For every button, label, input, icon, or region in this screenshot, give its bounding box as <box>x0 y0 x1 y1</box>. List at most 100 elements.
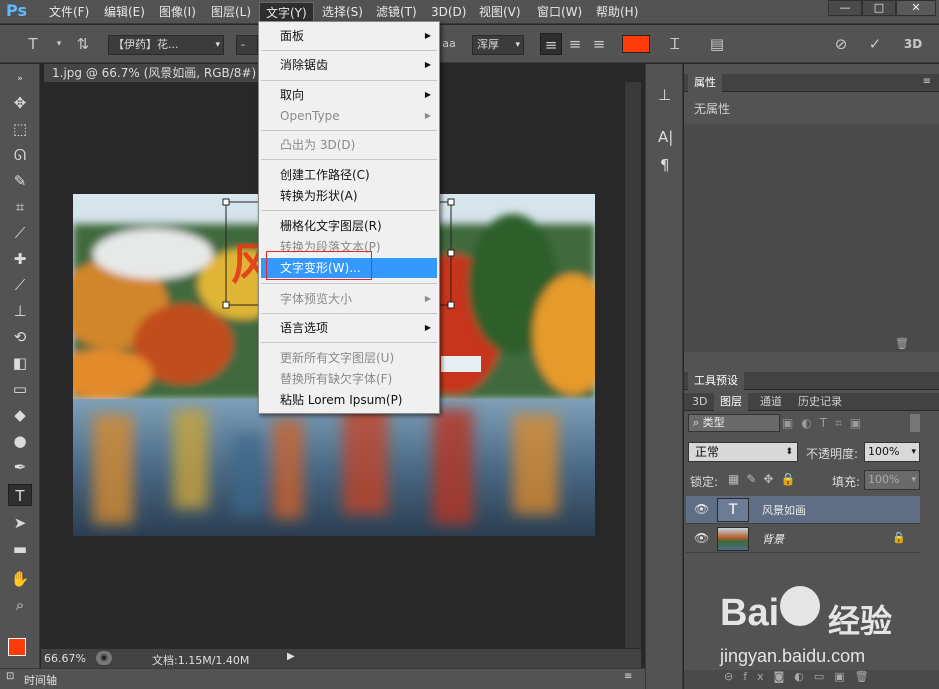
lasso-tool-icon[interactable]: ᘏ <box>8 144 32 166</box>
font-family-select[interactable]: 【伊药】花... ▾ <box>108 35 224 55</box>
chevron-down-icon: ▾ <box>215 40 220 50</box>
menu-item-label: OpenType <box>280 109 340 123</box>
anti-alias-select[interactable]: 浑厚 ▾ <box>472 35 524 55</box>
tab-properties[interactable]: 属性 <box>688 74 722 92</box>
timeline-toggle-icon[interactable]: ⊡ <box>6 671 14 682</box>
font-style-select[interactable]: - <box>236 35 258 55</box>
tab-tool-presets[interactable]: 工具预设 <box>688 372 744 390</box>
clone-stamp-tool-icon[interactable]: ⊥ <box>8 300 32 322</box>
menu-item-rasterize-type[interactable]: 栅格化文字图层(R) <box>261 216 437 236</box>
zoom-tool-icon[interactable]: ⌕ <box>8 594 32 616</box>
panel-menu-icon[interactable]: ≡ <box>923 76 931 87</box>
filter-toggle[interactable] <box>910 414 920 432</box>
pen-tool-icon[interactable]: ✒ <box>8 456 32 478</box>
eraser-tool-icon[interactable]: ◧ <box>8 352 32 374</box>
tab-layers[interactable]: 图层 <box>714 393 748 411</box>
lock-icon: 🔒 <box>892 531 906 544</box>
menu-window[interactable]: 窗口(W) <box>531 2 588 22</box>
menu-layer[interactable]: 图层(L) <box>205 2 257 22</box>
layer-name[interactable]: 背景 <box>762 531 784 547</box>
type-tool-icon[interactable]: T <box>8 484 32 506</box>
timeline-label[interactable]: 时间轴 <box>24 672 57 688</box>
menu-item-panels[interactable]: 面板 ▶ <box>261 26 437 46</box>
text-color-swatch[interactable] <box>622 35 650 53</box>
character-panel-icon[interactable]: ▤ <box>706 33 728 55</box>
cancel-icon[interactable]: ⊘ <box>830 33 852 55</box>
minimize-button[interactable]: — <box>828 0 862 16</box>
path-select-tool-icon[interactable]: ➤ <box>8 512 32 534</box>
menu-select[interactable]: 选择(S) <box>316 2 369 22</box>
menu-item-orientation[interactable]: 取向 ▶ <box>261 85 437 105</box>
menu-help[interactable]: 帮助(H) <box>590 2 644 22</box>
trash-icon[interactable]: 🗑 <box>895 337 909 350</box>
eyedropper-tool-icon[interactable]: ⟋ <box>8 222 32 244</box>
3d-button[interactable]: 3D <box>902 33 924 55</box>
fill-label: 填充: <box>832 475 861 489</box>
character-panel-icon[interactable]: A| <box>658 128 673 146</box>
type-tool-icon[interactable]: T <box>22 33 44 55</box>
gradient-tool-icon[interactable]: ▭ <box>8 378 32 400</box>
brush-tool-icon[interactable]: ⟋ <box>8 274 32 296</box>
vertical-scrollbar[interactable] <box>625 82 641 648</box>
warp-text-icon[interactable]: Ꮖ <box>664 33 686 55</box>
menu-image[interactable]: 图像(I) <box>153 2 202 22</box>
blur-tool-icon[interactable]: ◆ <box>8 404 32 426</box>
move-tool-icon[interactable]: ✥ <box>8 92 32 114</box>
layer-row-text[interactable]: 👁 T 风景如画 <box>686 496 920 524</box>
hand-tool-icon[interactable]: ✋ <box>8 568 32 590</box>
healing-brush-tool-icon[interactable]: ✚ <box>8 248 32 270</box>
align-right-icon[interactable]: ≡ <box>588 33 610 55</box>
status-info-icon[interactable]: ◉ <box>96 651 112 665</box>
paragraph-panel-icon[interactable]: ¶ <box>660 156 670 174</box>
menu-edit[interactable]: 编辑(E) <box>98 2 151 22</box>
tab-3d[interactable]: 3D <box>686 393 713 411</box>
status-menu-arrow-icon[interactable]: ▶ <box>287 651 295 662</box>
properties-panel-icon[interactable]: ⊥ <box>658 86 671 104</box>
chevron-down-icon[interactable]: ▾ <box>48 33 70 55</box>
align-left-icon[interactable]: ≡ <box>540 33 562 55</box>
align-center-icon[interactable]: ≡ <box>564 33 586 55</box>
menu-item-create-work-path[interactable]: 创建工作路径(C) <box>261 165 437 185</box>
lock-icons[interactable]: ▦✎✥🔒 <box>728 472 802 486</box>
menu-item-anti-alias[interactable]: 消除锯齿 ▶ <box>261 55 437 75</box>
foreground-color-swatch[interactable] <box>8 638 26 656</box>
menu-separator <box>261 50 437 51</box>
fill-input[interactable]: 100% ▾ <box>864 470 920 490</box>
document-tab[interactable]: 1.jpg @ 66.7% (风景如画, RGB/8#) * <box>44 64 259 82</box>
visibility-eye-icon[interactable]: 👁 <box>694 531 709 545</box>
menu-view[interactable]: 视图(V) <box>473 2 527 22</box>
tab-channels[interactable]: 通道 <box>754 393 788 411</box>
quick-select-tool-icon[interactable]: ✎ <box>8 170 32 192</box>
blend-mode-select[interactable]: 正常 ⬍ <box>688 442 798 462</box>
menu-filter[interactable]: 滤镜(T) <box>370 2 423 22</box>
layer-name[interactable]: 风景如画 <box>762 502 806 518</box>
panel-menu-icon[interactable]: ≡ <box>624 671 632 682</box>
opacity-input[interactable]: 100% ▾ <box>864 442 920 462</box>
history-brush-tool-icon[interactable]: ⟲ <box>8 326 32 348</box>
layer-filter-select[interactable]: ⌕ 类型 <box>688 414 780 432</box>
dodge-tool-icon[interactable]: ● <box>8 430 32 452</box>
photoshop-logo: Ps <box>6 1 27 20</box>
crop-tool-icon[interactable]: ⌗ <box>8 196 32 218</box>
visibility-eye-icon[interactable]: 👁 <box>694 502 709 516</box>
tab-history[interactable]: 历史记录 <box>792 393 848 411</box>
collapse-icon[interactable]: » <box>8 68 32 90</box>
toggle-text-orientation-icon[interactable]: ⇅ <box>72 33 94 55</box>
layer-row-background[interactable]: 👁 背景 🔒 <box>686 525 920 553</box>
layers-bottom-bar[interactable]: ⊝fx◙◐▭▣🗑 <box>684 670 939 689</box>
menu-item-paste-lorem-ipsum[interactable]: 粘贴 Lorem Ipsum(P) <box>261 390 437 410</box>
layer-filter-icons[interactable]: ▣◐T⌗▣ <box>782 416 869 431</box>
menu-item-font-preview-size: 字体预览大小 ▶ <box>261 289 437 309</box>
menu-item-convert-to-shape[interactable]: 转换为形状(A) <box>261 186 437 206</box>
search-icon: ⌕ <box>693 416 700 429</box>
marquee-tool-icon[interactable]: ⬚ <box>8 118 32 140</box>
menu-type[interactable]: 文字(Y) <box>259 2 314 22</box>
restore-button[interactable]: □ <box>862 0 896 16</box>
close-window-button[interactable]: ✕ <box>896 0 936 16</box>
menu-file[interactable]: 文件(F) <box>43 2 95 22</box>
zoom-level[interactable]: 66.67% <box>44 652 86 665</box>
menu-3d[interactable]: 3D(D) <box>425 2 472 22</box>
commit-check-icon[interactable]: ✓ <box>864 33 886 55</box>
rectangle-tool-icon[interactable]: ▬ <box>8 538 32 560</box>
menu-item-language-options[interactable]: 语言选项 ▶ <box>261 318 437 338</box>
